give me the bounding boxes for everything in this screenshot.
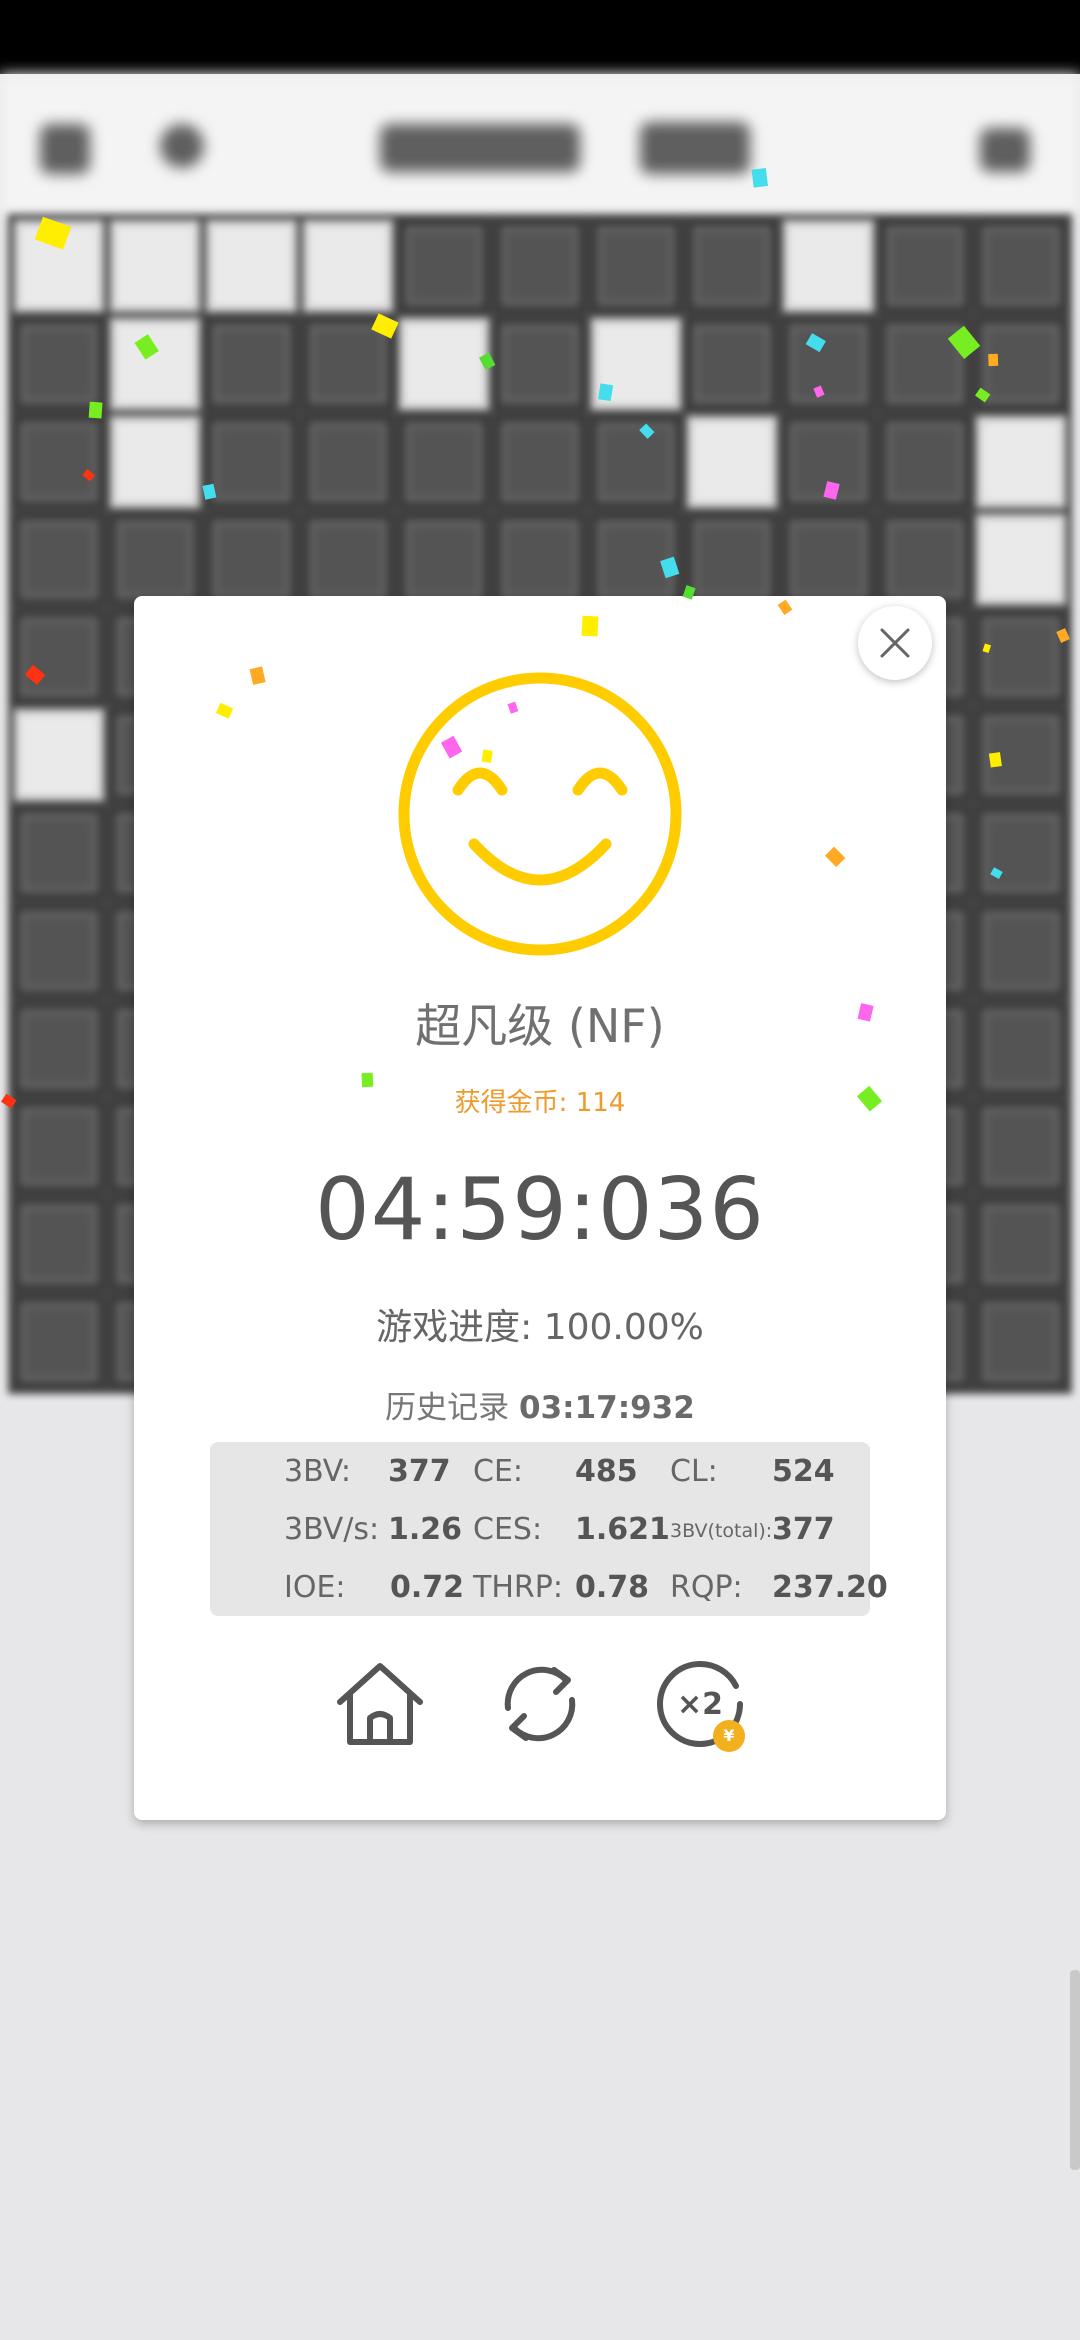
stat-value: 377 — [388, 1454, 451, 1489]
progress-label: 游戏进度: — [376, 1307, 533, 1348]
stat-value: 377 — [772, 1512, 835, 1547]
stat-label: RQP: — [670, 1570, 743, 1605]
game-progress: 游戏进度: 100.00% — [134, 1298, 946, 1350]
record-label: 历史记录 — [385, 1390, 510, 1426]
close-button[interactable] — [858, 606, 932, 680]
game-time: 04:59:036 — [315, 1160, 765, 1260]
stat-label: 3BV: — [284, 1454, 351, 1489]
home-button[interactable] — [332, 1656, 428, 1752]
stat-label: IOE: — [284, 1570, 346, 1605]
stat-value: 0.72 — [390, 1570, 465, 1605]
x2-label: ×2 — [677, 1687, 723, 1722]
stat-value: 1.26 — [388, 1512, 463, 1547]
stat-label: THRP: — [473, 1570, 563, 1605]
stat-value: 1.621 — [575, 1512, 670, 1547]
history-record: 历史记录 03:17:932 — [134, 1382, 946, 1427]
replay-button[interactable] — [492, 1656, 588, 1752]
coins-earned: 获得金币: 114 — [454, 1088, 626, 1118]
stat-value: 524 — [772, 1454, 835, 1489]
stat-value: 0.78 — [575, 1570, 650, 1605]
rank-title: 超凡级 (NF) — [415, 999, 665, 1053]
stat-label: CE: — [473, 1454, 524, 1489]
stat-value: 237.20 — [772, 1570, 888, 1605]
stat-label: CL: — [670, 1454, 718, 1489]
home-icon — [337, 1663, 423, 1745]
record-value: 03:17:932 — [519, 1390, 695, 1426]
coin-badge-icon: ¥ — [713, 1720, 745, 1752]
stat-label: CES: — [473, 1512, 543, 1547]
stat-value: 485 — [575, 1454, 638, 1489]
scroll-handle[interactable] — [1070, 1970, 1080, 2170]
stat-label: 3BV/s: — [284, 1512, 380, 1547]
progress-value: 100.00% — [543, 1307, 704, 1348]
close-icon — [880, 628, 910, 658]
status-bar — [0, 0, 1080, 74]
refresh-icon — [504, 1666, 576, 1742]
smiley-face-icon — [398, 672, 682, 956]
stat-label: 3BV(total): — [670, 1520, 773, 1542]
